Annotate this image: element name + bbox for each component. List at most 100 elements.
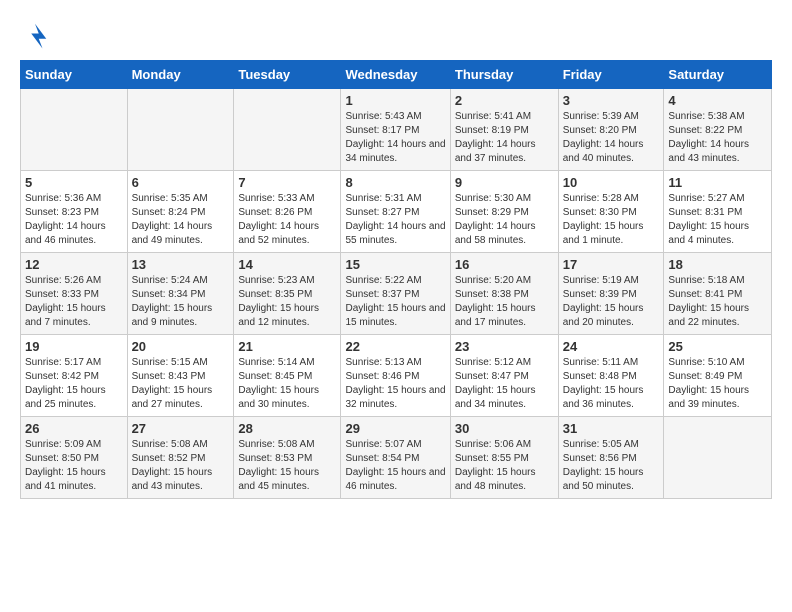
column-header-friday: Friday xyxy=(558,61,664,89)
page-header xyxy=(20,20,772,50)
column-header-monday: Monday xyxy=(127,61,234,89)
week-row-4: 19 Sunrise: 5:17 AM Sunset: 8:42 PM Dayli… xyxy=(21,335,772,417)
calendar-cell: 18 Sunrise: 5:18 AM Sunset: 8:41 PM Dayli… xyxy=(664,253,772,335)
day-info: Sunrise: 5:17 AM Sunset: 8:42 PM Dayligh… xyxy=(25,356,123,412)
day-number: 5 xyxy=(25,175,123,190)
day-number: 10 xyxy=(563,175,660,190)
day-number: 24 xyxy=(563,339,660,354)
day-info: Sunrise: 5:27 AM Sunset: 8:31 PM Dayligh… xyxy=(668,192,767,248)
calendar-cell: 30 Sunrise: 5:06 AM Sunset: 8:55 PM Dayli… xyxy=(450,417,558,499)
day-number: 13 xyxy=(132,257,230,272)
calendar-cell xyxy=(127,89,234,171)
column-header-wednesday: Wednesday xyxy=(341,61,450,89)
calendar-cell: 24 Sunrise: 5:11 AM Sunset: 8:48 PM Dayli… xyxy=(558,335,664,417)
day-number: 27 xyxy=(132,421,230,436)
day-number: 3 xyxy=(563,93,660,108)
day-number: 28 xyxy=(238,421,336,436)
day-info: Sunrise: 5:30 AM Sunset: 8:29 PM Dayligh… xyxy=(455,192,554,248)
calendar-cell: 16 Sunrise: 5:20 AM Sunset: 8:38 PM Dayli… xyxy=(450,253,558,335)
column-header-thursday: Thursday xyxy=(450,61,558,89)
calendar-cell: 31 Sunrise: 5:05 AM Sunset: 8:56 PM Dayli… xyxy=(558,417,664,499)
calendar-cell: 12 Sunrise: 5:26 AM Sunset: 8:33 PM Dayli… xyxy=(21,253,128,335)
calendar-table: SundayMondayTuesdayWednesdayThursdayFrid… xyxy=(20,60,772,499)
day-info: Sunrise: 5:11 AM Sunset: 8:48 PM Dayligh… xyxy=(563,356,660,412)
calendar-cell xyxy=(21,89,128,171)
day-number: 6 xyxy=(132,175,230,190)
day-number: 11 xyxy=(668,175,767,190)
day-number: 19 xyxy=(25,339,123,354)
day-info: Sunrise: 5:41 AM Sunset: 8:19 PM Dayligh… xyxy=(455,110,554,166)
calendar-cell: 8Sunrise: 5:31 AM Sunset: 8:27 PM Daylig… xyxy=(341,171,450,253)
day-number: 15 xyxy=(345,257,445,272)
day-info: Sunrise: 5:20 AM Sunset: 8:38 PM Dayligh… xyxy=(455,274,554,330)
day-number: 18 xyxy=(668,257,767,272)
calendar-cell: 23Sunrise: 5:12 AM Sunset: 8:47 PM Dayli… xyxy=(450,335,558,417)
day-info: Sunrise: 5:33 AM Sunset: 8:26 PM Dayligh… xyxy=(238,192,336,248)
calendar-cell: 10 Sunrise: 5:28 AM Sunset: 8:30 PM Dayli… xyxy=(558,171,664,253)
day-info: Sunrise: 5:24 AM Sunset: 8:34 PM Dayligh… xyxy=(132,274,230,330)
day-info: Sunrise: 5:15 AM Sunset: 8:43 PM Dayligh… xyxy=(132,356,230,412)
week-row-1: 1Sunrise: 5:43 AM Sunset: 8:17 PM Daylig… xyxy=(21,89,772,171)
day-info: Sunrise: 5:26 AM Sunset: 8:33 PM Dayligh… xyxy=(25,274,123,330)
calendar-cell: 5 Sunrise: 5:36 AM Sunset: 8:23 PM Daylig… xyxy=(21,171,128,253)
day-number: 25 xyxy=(668,339,767,354)
day-number: 29 xyxy=(345,421,445,436)
calendar-cell: 20 Sunrise: 5:15 AM Sunset: 8:43 PM Dayli… xyxy=(127,335,234,417)
day-info: Sunrise: 5:28 AM Sunset: 8:30 PM Dayligh… xyxy=(563,192,660,248)
day-number: 14 xyxy=(238,257,336,272)
day-info: Sunrise: 5:07 AM Sunset: 8:54 PM Dayligh… xyxy=(345,438,445,494)
calendar-cell: 29 Sunrise: 5:07 AM Sunset: 8:54 PM Dayli… xyxy=(341,417,450,499)
day-number: 23 xyxy=(455,339,554,354)
day-info: Sunrise: 5:05 AM Sunset: 8:56 PM Dayligh… xyxy=(563,438,660,494)
day-info: Sunrise: 5:22 AM Sunset: 8:37 PM Dayligh… xyxy=(345,274,445,330)
day-info: Sunrise: 5:35 AM Sunset: 8:24 PM Dayligh… xyxy=(132,192,230,248)
day-number: 8 xyxy=(345,175,445,190)
day-info: Sunrise: 5:08 AM Sunset: 8:52 PM Dayligh… xyxy=(132,438,230,494)
day-number: 7 xyxy=(238,175,336,190)
calendar-cell: 9 Sunrise: 5:30 AM Sunset: 8:29 PM Daylig… xyxy=(450,171,558,253)
calendar-cell: 7 Sunrise: 5:33 AM Sunset: 8:26 PM Daylig… xyxy=(234,171,341,253)
day-number: 22 xyxy=(345,339,445,354)
calendar-cell: 21 Sunrise: 5:14 AM Sunset: 8:45 PM Dayli… xyxy=(234,335,341,417)
calendar-cell: 27 Sunrise: 5:08 AM Sunset: 8:52 PM Dayli… xyxy=(127,417,234,499)
calendar-cell: 6 Sunrise: 5:35 AM Sunset: 8:24 PM Daylig… xyxy=(127,171,234,253)
day-info: Sunrise: 5:36 AM Sunset: 8:23 PM Dayligh… xyxy=(25,192,123,248)
calendar-cell: 17 Sunrise: 5:19 AM Sunset: 8:39 PM Dayli… xyxy=(558,253,664,335)
day-info: Sunrise: 5:18 AM Sunset: 8:41 PM Dayligh… xyxy=(668,274,767,330)
day-number: 9 xyxy=(455,175,554,190)
calendar-cell: 28 Sunrise: 5:08 AM Sunset: 8:53 PM Dayli… xyxy=(234,417,341,499)
logo-icon xyxy=(20,20,50,50)
week-row-5: 26Sunrise: 5:09 AM Sunset: 8:50 PM Dayli… xyxy=(21,417,772,499)
day-info: Sunrise: 5:14 AM Sunset: 8:45 PM Dayligh… xyxy=(238,356,336,412)
calendar-cell: 14 Sunrise: 5:23 AM Sunset: 8:35 PM Dayli… xyxy=(234,253,341,335)
day-info: Sunrise: 5:06 AM Sunset: 8:55 PM Dayligh… xyxy=(455,438,554,494)
calendar-cell: 4Sunrise: 5:38 AM Sunset: 8:22 PM Daylig… xyxy=(664,89,772,171)
calendar-cell: 15 Sunrise: 5:22 AM Sunset: 8:37 PM Dayli… xyxy=(341,253,450,335)
day-info: Sunrise: 5:10 AM Sunset: 8:49 PM Dayligh… xyxy=(668,356,767,412)
day-info: Sunrise: 5:13 AM Sunset: 8:46 PM Dayligh… xyxy=(345,356,445,412)
day-number: 31 xyxy=(563,421,660,436)
calendar-cell: 2 Sunrise: 5:41 AM Sunset: 8:19 PM Daylig… xyxy=(450,89,558,171)
day-info: Sunrise: 5:43 AM Sunset: 8:17 PM Dayligh… xyxy=(345,110,445,166)
day-number: 30 xyxy=(455,421,554,436)
week-row-2: 5 Sunrise: 5:36 AM Sunset: 8:23 PM Daylig… xyxy=(21,171,772,253)
day-number: 21 xyxy=(238,339,336,354)
column-header-saturday: Saturday xyxy=(664,61,772,89)
column-header-tuesday: Tuesday xyxy=(234,61,341,89)
calendar-cell xyxy=(234,89,341,171)
day-info: Sunrise: 5:23 AM Sunset: 8:35 PM Dayligh… xyxy=(238,274,336,330)
day-number: 16 xyxy=(455,257,554,272)
day-number: 4 xyxy=(668,93,767,108)
calendar-cell: 13 Sunrise: 5:24 AM Sunset: 8:34 PM Dayli… xyxy=(127,253,234,335)
day-info: Sunrise: 5:39 AM Sunset: 8:20 PM Dayligh… xyxy=(563,110,660,166)
calendar-cell: 3 Sunrise: 5:39 AM Sunset: 8:20 PM Daylig… xyxy=(558,89,664,171)
calendar-cell xyxy=(664,417,772,499)
day-info: Sunrise: 5:19 AM Sunset: 8:39 PM Dayligh… xyxy=(563,274,660,330)
column-header-sunday: Sunday xyxy=(21,61,128,89)
day-number: 20 xyxy=(132,339,230,354)
day-info: Sunrise: 5:08 AM Sunset: 8:53 PM Dayligh… xyxy=(238,438,336,494)
day-number: 12 xyxy=(25,257,123,272)
day-number: 2 xyxy=(455,93,554,108)
calendar-cell: 22 Sunrise: 5:13 AM Sunset: 8:46 PM Dayli… xyxy=(341,335,450,417)
day-number: 17 xyxy=(563,257,660,272)
